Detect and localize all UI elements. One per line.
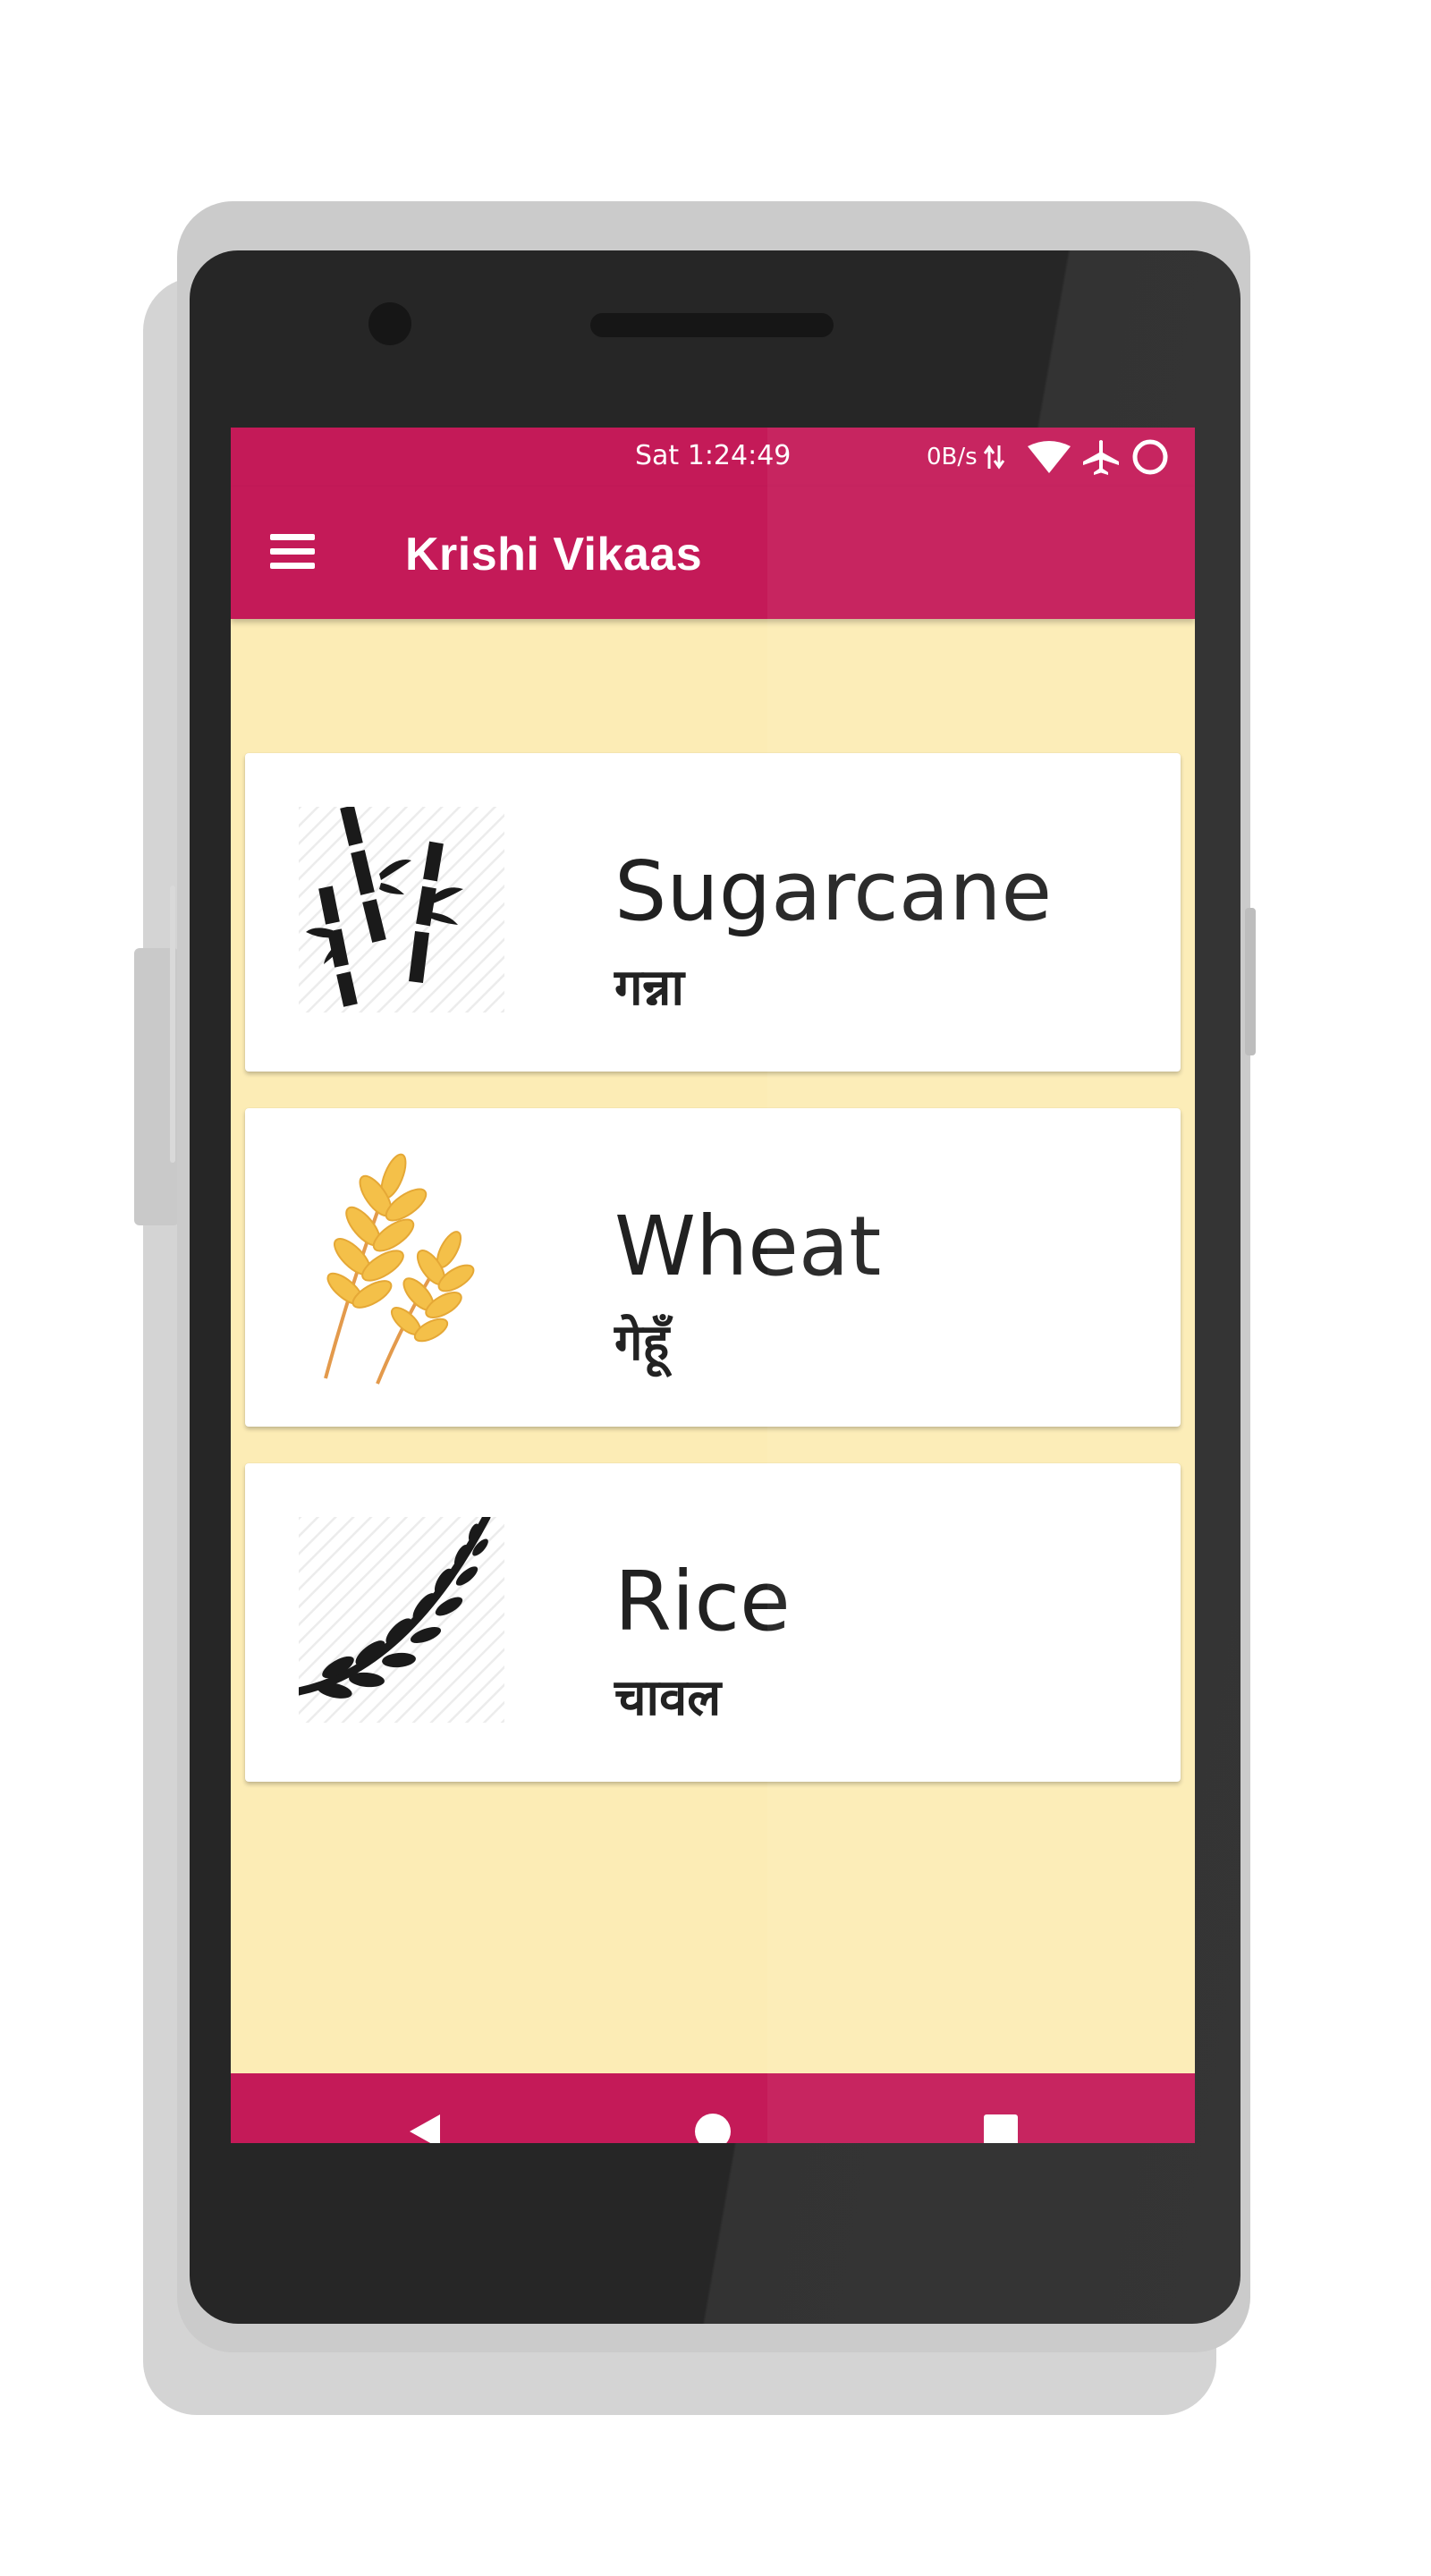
wifi-icon [1027, 438, 1071, 476]
status-time: Sat 1:24:49 [635, 440, 792, 471]
crop-card-rice[interactable]: Rice चावल [245, 1463, 1181, 1782]
phone-volume-strip [170, 886, 175, 1163]
crop-local-name: गन्ना [614, 959, 684, 1017]
earpiece-speaker [590, 313, 834, 337]
crop-card-sugarcane[interactable]: Sugarcane गन्ना [245, 753, 1181, 1072]
front-camera [368, 302, 411, 345]
status-bar: Sat 1:24:49 0B/s [231, 428, 1195, 487]
crop-local-name: चावल [614, 1669, 722, 1727]
crop-card-wheat[interactable]: Wheat गेहूँ [245, 1108, 1181, 1427]
app-screen: Sat 1:24:49 0B/s Krishi Vikaas Sugarcane… [231, 428, 1195, 2143]
circle-icon [1130, 438, 1170, 476]
crop-local-name: गेहूँ [614, 1314, 670, 1372]
hamburger-menu-icon[interactable] [270, 534, 315, 570]
crop-name: Rice [614, 1554, 791, 1649]
phone-power-button [1245, 908, 1256, 1055]
app-title: Krishi Vikaas [405, 529, 703, 580]
crop-name: Wheat [614, 1199, 882, 1294]
navigation-bar [231, 2073, 1195, 2143]
home-icon[interactable] [690, 2109, 735, 2143]
airplane-icon [1080, 438, 1122, 476]
data-arrows-icon [982, 438, 1007, 476]
recents-icon[interactable] [978, 2109, 1023, 2143]
network-speed: 0B/s [927, 444, 978, 470]
app-bar: Krishi Vikaas [231, 487, 1195, 619]
crop-list: Sugarcane गन्ना Wheat गेहूँ Rice चावल [231, 619, 1195, 2073]
crop-name: Sugarcane [614, 843, 1053, 939]
sugarcane-icon [299, 805, 504, 1013]
wheat-icon [299, 1153, 504, 1385]
rice-icon [294, 1513, 504, 1723]
back-icon[interactable] [402, 2109, 447, 2143]
